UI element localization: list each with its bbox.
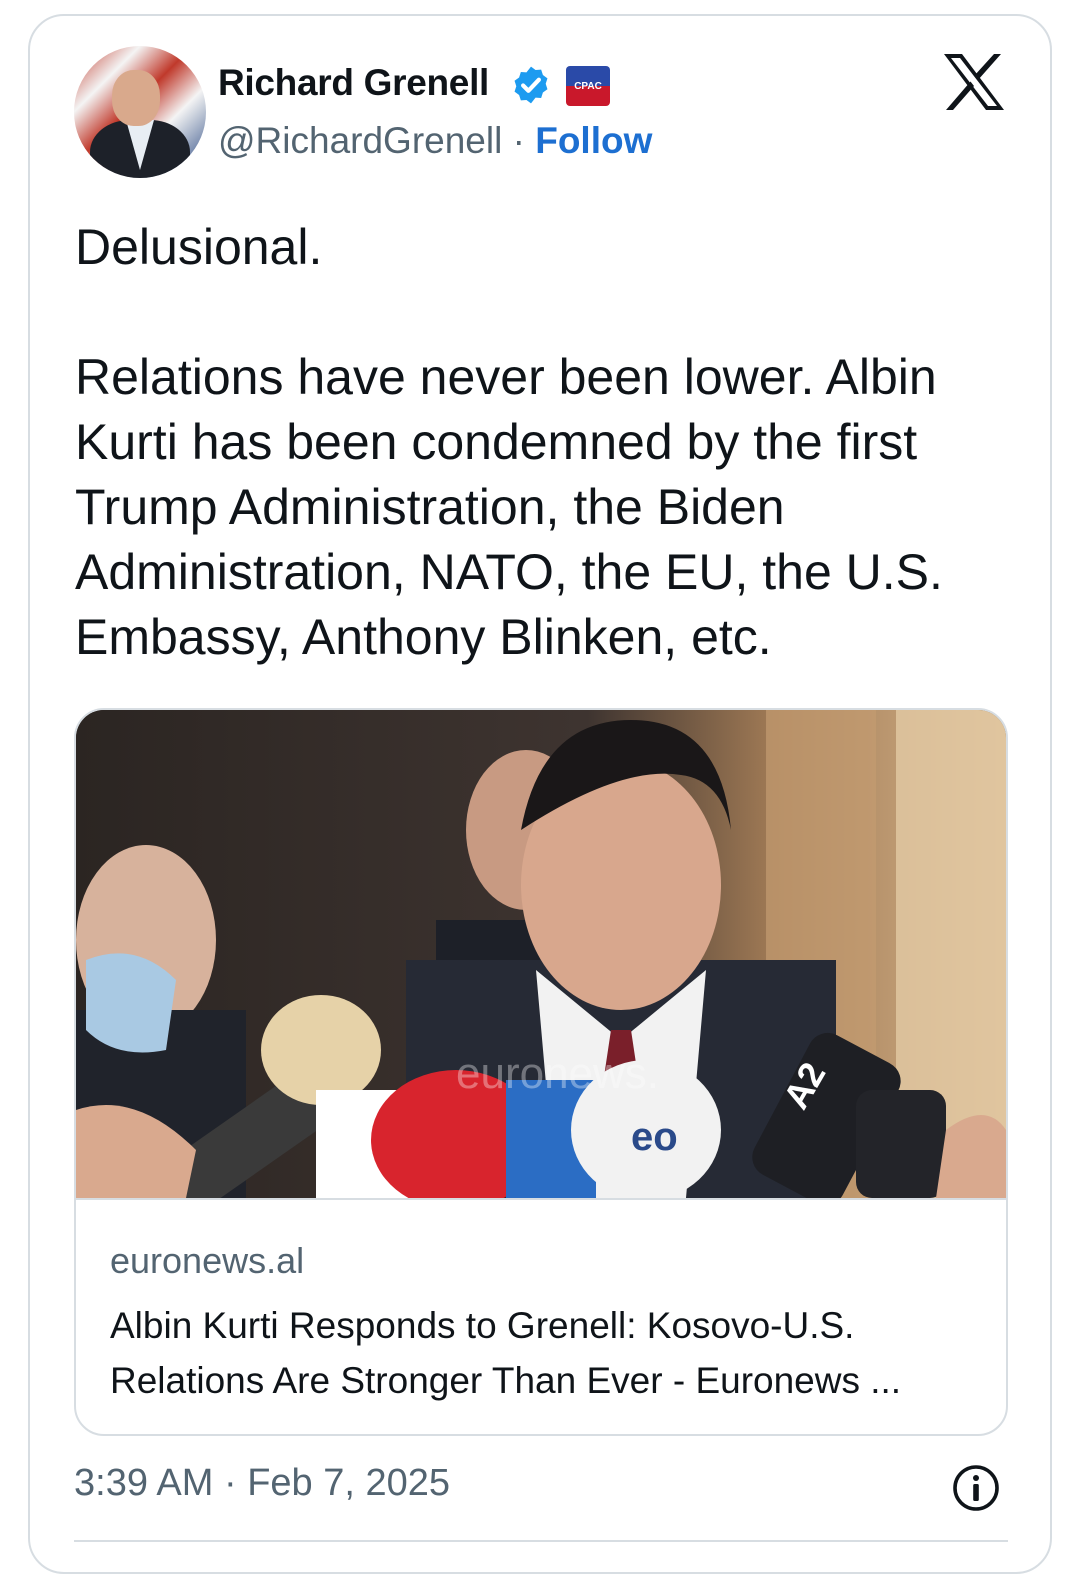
image-watermark: euronews. xyxy=(456,1049,659,1098)
card-divider xyxy=(76,1198,1006,1200)
avatar-face xyxy=(112,70,160,126)
link-preview-image[interactable]: eo A2 euronews. xyxy=(76,710,1006,1198)
verified-badge-icon xyxy=(514,66,548,104)
press-conference-photo: eo A2 euronews. xyxy=(76,710,1006,1198)
bottom-divider xyxy=(74,1540,1008,1542)
link-domain[interactable]: euronews.al xyxy=(110,1240,304,1282)
author-handle[interactable]: @RichardGrenell xyxy=(218,120,502,161)
handle-separator: · xyxy=(512,120,525,161)
tweet-timestamp[interactable]: 3:39 AM · Feb 7, 2025 xyxy=(74,1462,450,1505)
handle-row: @RichardGrenell · Follow xyxy=(218,120,652,162)
link-preview-card[interactable]: eo A2 euronews. euronews.al Albin Kurti … xyxy=(74,708,1008,1436)
follow-button[interactable]: Follow xyxy=(535,120,652,161)
cpac-badge-text: CPAC xyxy=(574,80,602,92)
x-logo-icon[interactable] xyxy=(942,52,1006,112)
avatar[interactable] xyxy=(74,46,206,178)
tweet-text: Delusional. Relations have never been lo… xyxy=(75,219,943,665)
cpac-badge-icon: CPAC xyxy=(566,66,610,106)
link-headline[interactable]: Albin Kurti Responds to Grenell: Kosovo-… xyxy=(110,1298,980,1408)
info-icon[interactable] xyxy=(952,1464,1000,1512)
author-name[interactable]: Richard Grenell xyxy=(218,62,489,104)
svg-text:eo: eo xyxy=(631,1115,678,1159)
